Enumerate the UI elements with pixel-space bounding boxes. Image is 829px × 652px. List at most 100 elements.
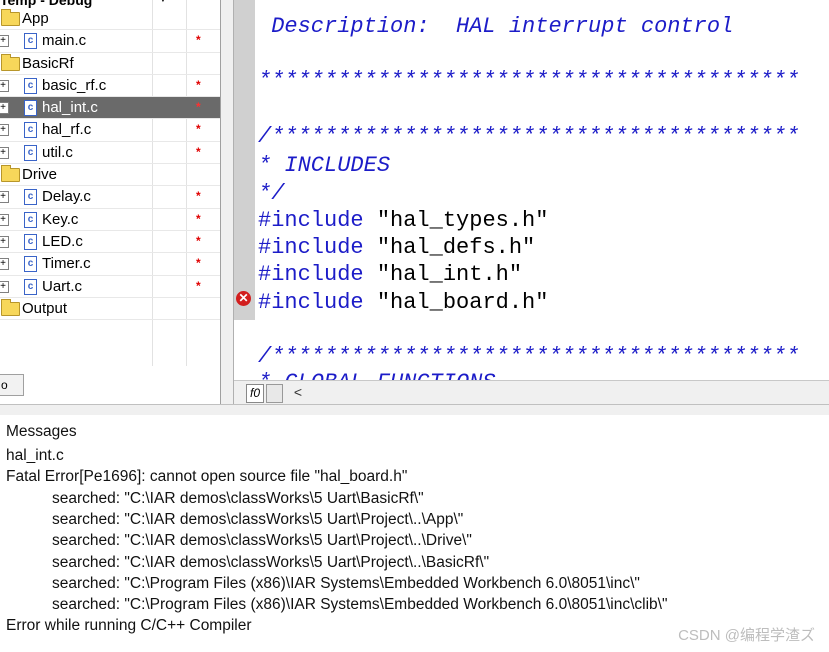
tree-item-label: hal_int.c <box>42 99 98 117</box>
tree-file[interactable]: + c Uart.c * <box>0 276 220 298</box>
preprocessor-keyword: #include <box>258 208 364 233</box>
tree-item-label: App <box>22 10 49 27</box>
c-file-icon: c <box>24 122 37 139</box>
tree-folder[interactable]: Drive <box>0 164 220 187</box>
expand-plus-icon[interactable]: + <box>0 102 9 115</box>
tree-item-label: main.c <box>42 32 87 50</box>
tree-folder[interactable]: BasicRf <box>0 53 220 75</box>
horizontal-scrollbar[interactable] <box>308 385 829 401</box>
tree-item-label: Delay.c <box>42 188 91 206</box>
chevron-down-icon[interactable]: ▼ <box>158 0 168 7</box>
modified-marker: * <box>196 77 201 92</box>
comment-line: */ <box>258 181 285 206</box>
include-path: "hal_types.h" <box>363 208 549 233</box>
expand-plus-icon[interactable]: + <box>0 191 9 204</box>
comment-line: /***************************************… <box>258 124 800 149</box>
comment-line: * GLOBAL FUNCTIONS <box>258 370 496 380</box>
window-split-button[interactable] <box>266 384 283 403</box>
workspace-tab-label: o <box>1 378 8 392</box>
workspace-tab[interactable]: o <box>0 374 24 396</box>
watermark: CSDN @编程学渣ズ <box>678 627 815 644</box>
tree-folder[interactable]: Output <box>0 298 220 321</box>
message-line[interactable]: searched: "C:\IAR demos\classWorks\5 Uar… <box>52 553 489 573</box>
folder-icon <box>1 298 20 316</box>
c-file-icon: c <box>24 144 37 161</box>
tree-file[interactable]: + c Timer.c * <box>0 253 220 276</box>
error-icon[interactable]: ✕ <box>236 291 251 306</box>
message-line[interactable]: searched: "C:\IAR demos\classWorks\5 Uar… <box>52 531 472 551</box>
modified-marker: * <box>196 278 201 293</box>
c-file-icon: c <box>24 211 37 228</box>
modified-marker: * <box>196 211 201 226</box>
include-path: "hal_board.h" <box>363 290 549 315</box>
comment-line: Description: HAL interrupt control <box>258 14 734 39</box>
c-file-icon: c <box>24 278 37 295</box>
tree-file[interactable]: + c LED.c * <box>0 231 220 254</box>
expand-plus-icon[interactable]: + <box>0 79 9 92</box>
modified-marker: * <box>196 256 201 271</box>
expand-plus-icon[interactable]: + <box>0 35 9 48</box>
c-file-icon: c <box>24 100 37 117</box>
tree-file[interactable]: + c hal_int.c * <box>0 97 220 120</box>
message-line[interactable]: Fatal Error[Pe1696]: cannot open source … <box>6 467 407 487</box>
modified-marker: * <box>196 189 201 204</box>
comment-line: * INCLUDES <box>258 153 391 178</box>
vertical-splitter[interactable] <box>221 0 234 404</box>
message-line[interactable]: searched: "C:\IAR demos\classWorks\5 Uar… <box>52 489 424 509</box>
modified-marker: * <box>196 33 201 48</box>
tree-file[interactable]: + c main.c * <box>0 30 220 53</box>
tree-file[interactable]: + c Key.c * <box>0 209 220 231</box>
include-path: "hal_int.h" <box>363 262 523 287</box>
include-line: #include "hal_int.h" <box>258 262 522 288</box>
include-line: #include "hal_board.h" <box>258 290 548 316</box>
include-line: #include "hal_defs.h" <box>258 235 535 261</box>
expand-plus-icon[interactable]: + <box>0 258 9 271</box>
preprocessor-keyword: #include <box>258 262 364 287</box>
tree-file[interactable]: + c basic_rf.c * <box>0 75 220 98</box>
folder-icon <box>1 9 20 26</box>
comment-line: /***************************************… <box>258 344 800 369</box>
message-line[interactable]: searched: "C:\IAR demos\classWorks\5 Uar… <box>52 510 463 530</box>
scroll-left-button[interactable]: < <box>289 383 307 402</box>
folder-icon <box>1 165 20 183</box>
message-line[interactable]: Error while running C/C++ Compiler <box>6 616 252 636</box>
expand-plus-icon[interactable]: + <box>0 235 9 248</box>
comment-line: ****************************************… <box>258 68 800 93</box>
message-line[interactable]: searched: "C:\Program Files (x86)\IAR Sy… <box>52 595 667 615</box>
tree-item-label: Timer.c <box>42 255 91 273</box>
configuration-label: Temp - Debug <box>0 0 93 8</box>
c-file-icon: c <box>24 77 37 94</box>
editor-gutter[interactable] <box>234 0 255 320</box>
workspace-pane: Temp - Debug ▼ App+cmain.c*BasicRf+cbasi… <box>0 0 221 404</box>
tree-folder[interactable]: App <box>0 8 220 31</box>
tree-item-label: basic_rf.c <box>42 76 107 94</box>
folder-icon <box>1 53 20 71</box>
configuration-selector[interactable]: Temp - Debug ▼ <box>0 0 220 7</box>
c-file-icon: c <box>24 233 37 250</box>
messages-header: Messages <box>6 423 77 440</box>
message-line[interactable]: hal_int.c <box>6 446 64 466</box>
message-line[interactable]: searched: "C:\Program Files (x86)\IAR Sy… <box>52 574 640 594</box>
tree-item-label: Uart.c <box>42 277 83 295</box>
tree-file[interactable]: + c util.c * <box>0 142 220 165</box>
expand-plus-icon[interactable]: + <box>0 213 9 226</box>
tree-file[interactable]: + c hal_rf.c * <box>0 119 220 142</box>
modified-marker: * <box>196 122 201 137</box>
editor-status-bar: f0 < <box>234 380 829 405</box>
tree-item-label: util.c <box>42 143 73 161</box>
tree-item-label: hal_rf.c <box>42 121 92 139</box>
expand-plus-icon[interactable]: + <box>0 124 9 137</box>
modified-marker: * <box>196 233 201 248</box>
tree-item-label: Output <box>22 299 68 317</box>
code-editor[interactable]: Description: HAL interrupt control ******… <box>255 0 829 380</box>
expand-plus-icon[interactable]: + <box>0 146 9 159</box>
expand-plus-icon[interactable]: + <box>0 280 9 293</box>
tree-item-label: Drive <box>22 166 58 184</box>
preprocessor-keyword: #include <box>258 235 364 260</box>
c-file-icon: c <box>24 189 37 206</box>
tree-item-label: BasicRf <box>22 54 74 72</box>
c-file-icon: c <box>24 256 37 273</box>
preprocessor-keyword: #include <box>258 290 364 315</box>
tree-file[interactable]: + c Delay.c * <box>0 186 220 209</box>
function-list-button[interactable]: f0 <box>246 384 264 403</box>
